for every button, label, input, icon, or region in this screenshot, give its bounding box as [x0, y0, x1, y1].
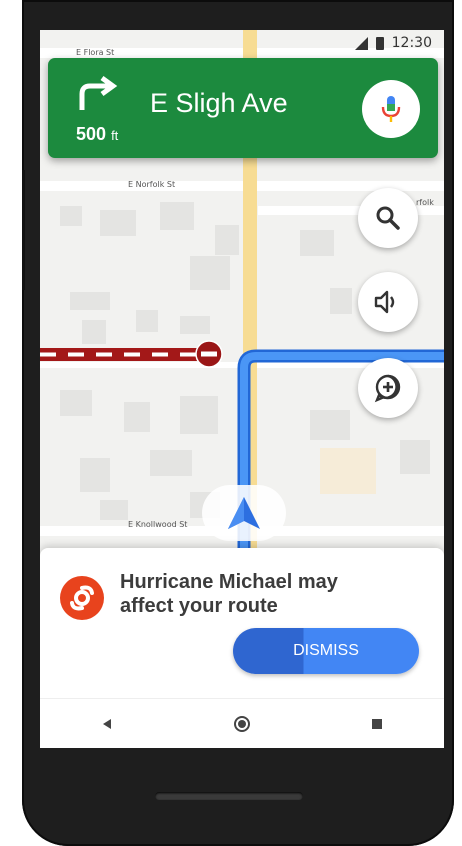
phone-side-button: [22, 170, 25, 290]
map-poi-area: [320, 448, 376, 494]
voice-search-button[interactable]: [362, 80, 420, 138]
alert-message: Hurricane Michael may affect your route: [120, 570, 420, 618]
battery-icon: [375, 36, 384, 50]
add-report-button[interactable]: [358, 358, 418, 418]
recents-button[interactable]: [347, 704, 407, 744]
search-icon: [376, 206, 400, 230]
system-navigation-bar: [40, 698, 444, 748]
dismiss-button[interactable]: DISMISS: [233, 628, 419, 674]
street-label-norfolk-right: rfolk: [416, 198, 434, 207]
route-alert-card: Hurricane Michael may affect your route …: [40, 548, 444, 698]
status-time: 12:30: [391, 35, 432, 51]
volume-button[interactable]: [358, 272, 418, 332]
current-location-marker: [202, 485, 286, 541]
back-icon: [103, 719, 112, 729]
phone-screen: E Flora St E Norfolk St rfolk E Knollwoo…: [40, 30, 444, 748]
next-street-name: E Sligh Ave: [150, 88, 288, 118]
alert-message-line1: Hurricane Michael may: [120, 571, 338, 593]
search-button[interactable]: [358, 188, 418, 248]
mic-icon: [381, 96, 401, 122]
street-label-norfolk: E Norfolk St: [128, 180, 176, 189]
status-bar: 12:30: [40, 30, 444, 56]
volume-icon: [374, 290, 395, 314]
street-label-knollwood: E Knollwood St: [128, 520, 188, 529]
recents-icon: [371, 719, 382, 729]
hurricane-symbol: [70, 585, 94, 611]
navigation-arrow-icon: [228, 497, 260, 529]
hurricane-icon: [60, 576, 104, 620]
speaker-grille: [155, 792, 303, 800]
distance-unit: ft: [111, 128, 119, 143]
signal-icon: [354, 36, 368, 50]
back-button[interactable]: [77, 704, 137, 744]
navigation-banner[interactable]: 500 ft E Sligh Ave: [48, 58, 438, 158]
home-icon: [233, 716, 250, 732]
closed-road: [40, 348, 202, 361]
road-closed-icon-bar: [201, 351, 217, 357]
maneuver-distance: 500 ft: [76, 124, 118, 145]
turn-right-icon: [79, 76, 118, 110]
alert-message-line2: affect your route: [120, 595, 278, 617]
add-report-icon: [374, 374, 401, 403]
home-button[interactable]: [212, 704, 272, 744]
distance-value: 500: [76, 124, 107, 144]
